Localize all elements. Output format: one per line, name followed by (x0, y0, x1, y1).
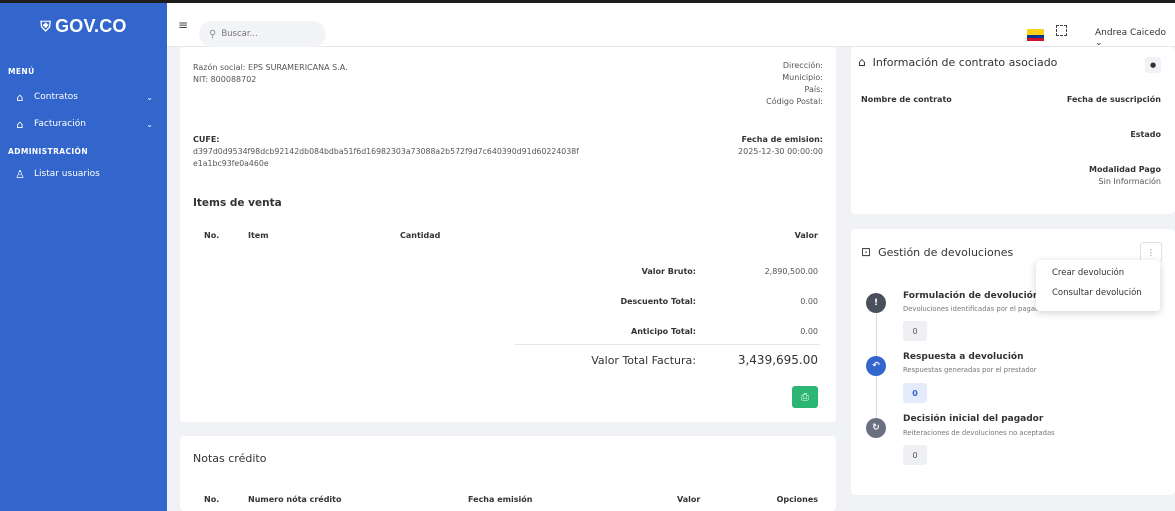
step-2-title: Respuesta a devolución (903, 352, 1024, 362)
govco-logo[interactable]: ⛨ GOV.CO (0, 3, 167, 49)
items-title: Items de venta (193, 197, 282, 209)
step-2-count[interactable]: 0 (903, 383, 927, 403)
user-icon: ♙ (15, 167, 25, 181)
chevron-down-icon: ⌄ (146, 92, 153, 102)
step-1-subtitle: Devoluciones identificadas por el pagado… (903, 305, 1047, 313)
codigo-postal-label: Código Postal: (766, 97, 823, 106)
step-1-title: Formulación de devolución (903, 291, 1040, 301)
step-1-icon: ! (866, 293, 886, 313)
col-no: No. (204, 495, 220, 504)
direccion-label: Dirección: (782, 61, 823, 70)
step-3-icon: ↻ (866, 418, 886, 438)
total-factura-label: Valor Total Factura: (591, 354, 696, 367)
fecha-emision-label: Fecha de emision: (741, 135, 823, 144)
col-valor: Valor (677, 495, 701, 504)
briefcase-icon: ⌂ (858, 55, 866, 69)
home-icon: ⌂ (16, 117, 24, 131)
razon-social: Razón social: EPS SURAMERICANA S.A. (193, 63, 348, 72)
options-button[interactable]: ● (1145, 57, 1161, 73)
step-3-title: Decisión inicial del pagador (903, 414, 1044, 424)
user-menu[interactable]: Andrea Caicedo ⌄ (1095, 28, 1175, 48)
cufe-value: d397d0d9534f98dcb92142db084bdba51f6d1698… (193, 147, 579, 156)
total-factura-value: 3,439,695.00 (737, 353, 818, 367)
menu-item-crear-devolucion[interactable]: Crear devolución (1052, 268, 1124, 278)
fullscreen-icon[interactable] (1056, 25, 1067, 36)
step-2-icon: ↶ (866, 356, 886, 376)
col-valor: Valor (794, 231, 818, 240)
invoice-card: Razón social: EPS SURAMERICANA S.A. NIT:… (180, 47, 836, 422)
contract-title-text: Información de contrato asociado (872, 55, 1058, 69)
cufe-label: CUFE: (193, 135, 220, 144)
modalidad-label: Modalidad Pago (1089, 165, 1161, 174)
col-item: Item (248, 231, 269, 240)
pais-label: País: (804, 85, 823, 94)
user-name: Andrea Caicedo (1095, 28, 1166, 38)
shield-icon: ⛨ (40, 17, 52, 34)
devoluciones-title: ⊡ Gestión de devoluciones (861, 245, 1013, 259)
notas-title: Notas crédito (193, 452, 267, 465)
col-no: No. (204, 231, 220, 240)
kebab-icon: ⋮ (1147, 247, 1155, 257)
logo-text: GOV.CO (55, 15, 127, 36)
devoluciones-title-text: Gestión de devoluciones (878, 245, 1014, 259)
col-fecha: Fecha emisión (468, 495, 533, 504)
fecha-suscripcion-label: Fecha de suscripción (1066, 95, 1161, 104)
step-3-count[interactable]: 0 (903, 445, 927, 465)
totals-divider (515, 344, 820, 345)
hamburger-menu-icon[interactable]: ≡ (178, 19, 188, 31)
step-2-subtitle: Respuestas generadas por el prestador (903, 366, 1037, 374)
sidebar-item-listar-usuarios[interactable]: ♙ Listar usuarios (0, 165, 167, 183)
valor-bruto-label: Valor Bruto: (641, 267, 696, 276)
devoluciones-dropdown: Crear devolución Consultar devolución (1036, 260, 1160, 311)
sidebar-item-label: Facturación (34, 119, 86, 129)
fecha-emision-value: 2025-12-30 00:00:00 (738, 147, 823, 156)
sidebar-item-contratos[interactable]: ⌂ Contratos ⌄ (0, 88, 167, 106)
nit: NIT: 800088702 (193, 75, 257, 84)
valor-bruto-value: 2,890,500.00 (764, 267, 818, 276)
modalidad-value: Sin Información (1098, 177, 1161, 186)
step-1-count[interactable]: 0 (903, 321, 927, 341)
inbox-icon: ⊡ (861, 245, 872, 259)
home-icon: ⌂ (16, 90, 24, 104)
search-icon: ⚲ (209, 28, 217, 40)
sidebar-item-label: Contratos (34, 92, 78, 102)
descuento-value: 0.00 (800, 297, 818, 306)
estado-label: Estado (1130, 130, 1161, 139)
col-opciones: Opciones (776, 495, 818, 504)
dot-icon: ● (1149, 61, 1157, 69)
search-box[interactable]: ⚲ (199, 21, 326, 47)
col-cantidad: Cantidad (400, 231, 441, 240)
anticipo-value: 0.00 (800, 327, 818, 336)
contract-title: ⌂ Información de contrato asociado (858, 55, 1057, 69)
search-input[interactable] (221, 29, 312, 39)
sidebar-item-label: Listar usuarios (34, 169, 100, 179)
anticipo-label: Anticipo Total: (631, 327, 696, 336)
descuento-label: Descuento Total: (620, 297, 696, 306)
topbar: ≡ ⚲ Andrea Caicedo ⌄ (167, 3, 1175, 48)
kebab-menu-button[interactable]: ⋮ (1140, 242, 1162, 262)
menu-item-consultar-devolucion[interactable]: Consultar devolución (1052, 288, 1142, 298)
nombre-contrato-label: Nombre de contrato (861, 95, 952, 104)
contract-card: ⌂ Información de contrato asociado ● Nom… (851, 47, 1175, 214)
colombia-flag-icon[interactable] (1027, 29, 1044, 41)
notas-credito-card: Notas crédito No. Numero nóta crédito Fe… (180, 436, 836, 511)
sidebar-section-menu: MENÚ (8, 67, 35, 76)
cufe-value-cont: e1a1bc93fe0a460e (193, 159, 269, 168)
municipio-label: Municipio: (782, 73, 823, 82)
chevron-down-icon: ⌄ (146, 119, 153, 129)
sidebar: ⛨ GOV.CO MENÚ ⌂ Contratos ⌄ ⌂ Facturació… (0, 3, 167, 511)
sidebar-section-admin: ADMINISTRACIÓN (8, 147, 88, 156)
sidebar-item-facturacion[interactable]: ⌂ Facturación ⌄ (0, 115, 167, 133)
step-3-subtitle: Reiteraciones de devoluciones no aceptad… (903, 429, 1055, 437)
col-numero: Numero nóta crédito (248, 495, 342, 504)
printer-icon: ⎙ (801, 391, 809, 403)
print-button[interactable]: ⎙ (792, 386, 818, 408)
